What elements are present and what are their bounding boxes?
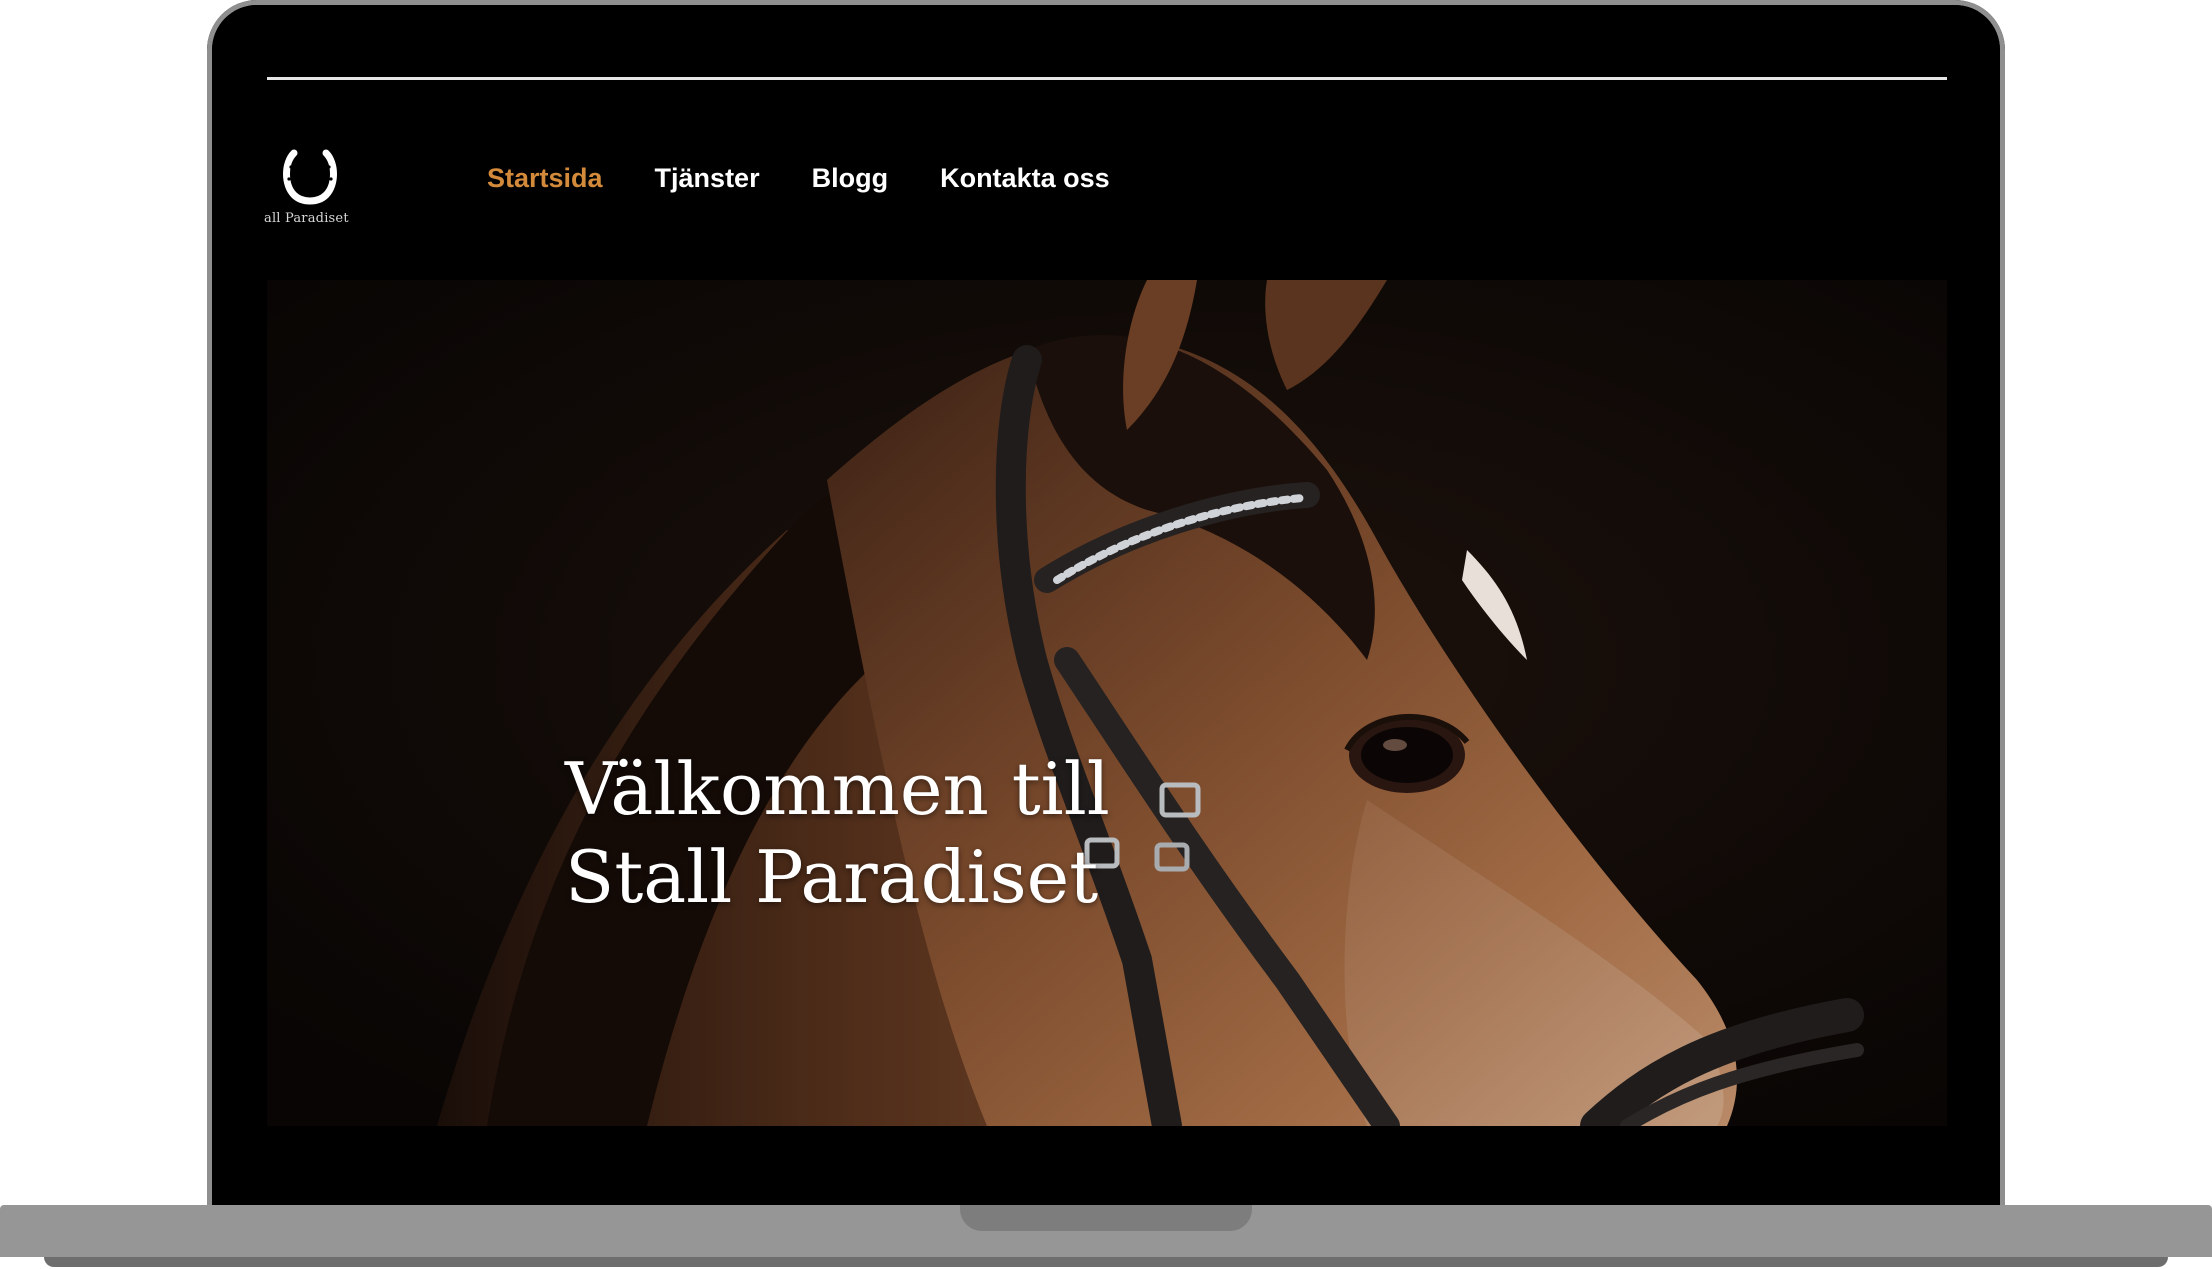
laptop-mockup: all Paradiset Startsida Tjänster Blogg K… [0, 0, 2212, 1269]
nav-tjanster[interactable]: Tjänster [655, 163, 760, 194]
hero-title-line-2: Stall Paradiset [565, 835, 1099, 919]
main-navigation: Startsida Tjänster Blogg Kontakta oss [487, 163, 1110, 194]
hero-title: Välkommen till Stall Paradiset [565, 745, 1110, 921]
horse-head-photo [267, 280, 1947, 1126]
hero-banner: Välkommen till Stall Paradiset [267, 280, 1947, 1126]
nav-kontakta-oss[interactable]: Kontakta oss [940, 163, 1110, 194]
laptop-trackpad-notch [960, 1205, 1252, 1231]
hero-title-line-1: Välkommen till [565, 747, 1110, 831]
header-divider [267, 77, 1947, 80]
laptop-base-shadow [44, 1257, 2168, 1267]
site-logo[interactable]: all Paradiset [264, 145, 374, 235]
laptop-screen: all Paradiset Startsida Tjänster Blogg K… [212, 5, 2000, 1210]
logo-text: all Paradiset [264, 211, 349, 226]
nav-blogg[interactable]: Blogg [812, 163, 888, 194]
nav-startsida[interactable]: Startsida [487, 163, 603, 194]
horseshoe-icon [283, 149, 337, 205]
